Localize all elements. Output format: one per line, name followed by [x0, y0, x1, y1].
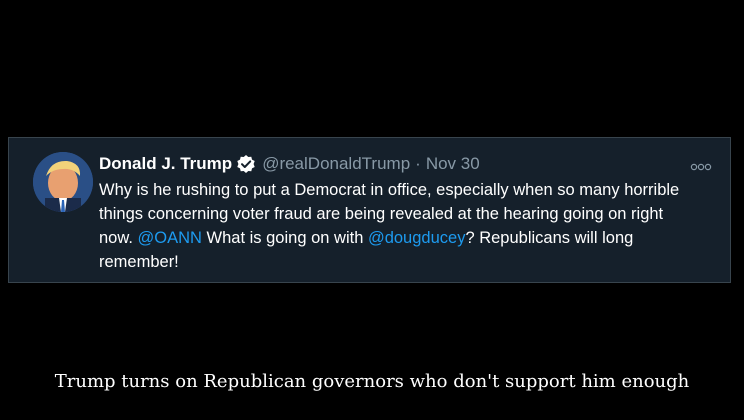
avatar[interactable]	[33, 152, 93, 212]
tweet-header: Donald J. Trump @realDonaldTrump · Nov 3…	[99, 152, 480, 176]
tweet-card: Donald J. Trump @realDonaldTrump · Nov 3…	[8, 137, 731, 283]
mention-link-dougducey[interactable]: @dougducey	[368, 229, 466, 247]
separator-dot: ·	[415, 154, 421, 173]
decorative-stripe	[0, 0, 142, 69]
user-handle[interactable]: @realDonaldTrump	[262, 154, 410, 174]
tweet-date[interactable]: Nov 30	[426, 154, 480, 174]
verified-badge-icon	[236, 154, 256, 174]
tweet-text: Why is he rushing to put a Democrat in o…	[99, 178, 699, 274]
video-caption: Trump turns on Republican governors who …	[54, 371, 690, 392]
video-frame: Donald J. Trump @realDonaldTrump · Nov 3…	[0, 0, 744, 420]
display-name[interactable]: Donald J. Trump	[99, 154, 232, 174]
tweet-text-part: What is going on with	[201, 229, 368, 247]
more-options-icon[interactable]	[690, 158, 712, 171]
decorative-stripe-thin	[0, 0, 139, 115]
mention-link-oann[interactable]: @OANN	[138, 229, 202, 247]
